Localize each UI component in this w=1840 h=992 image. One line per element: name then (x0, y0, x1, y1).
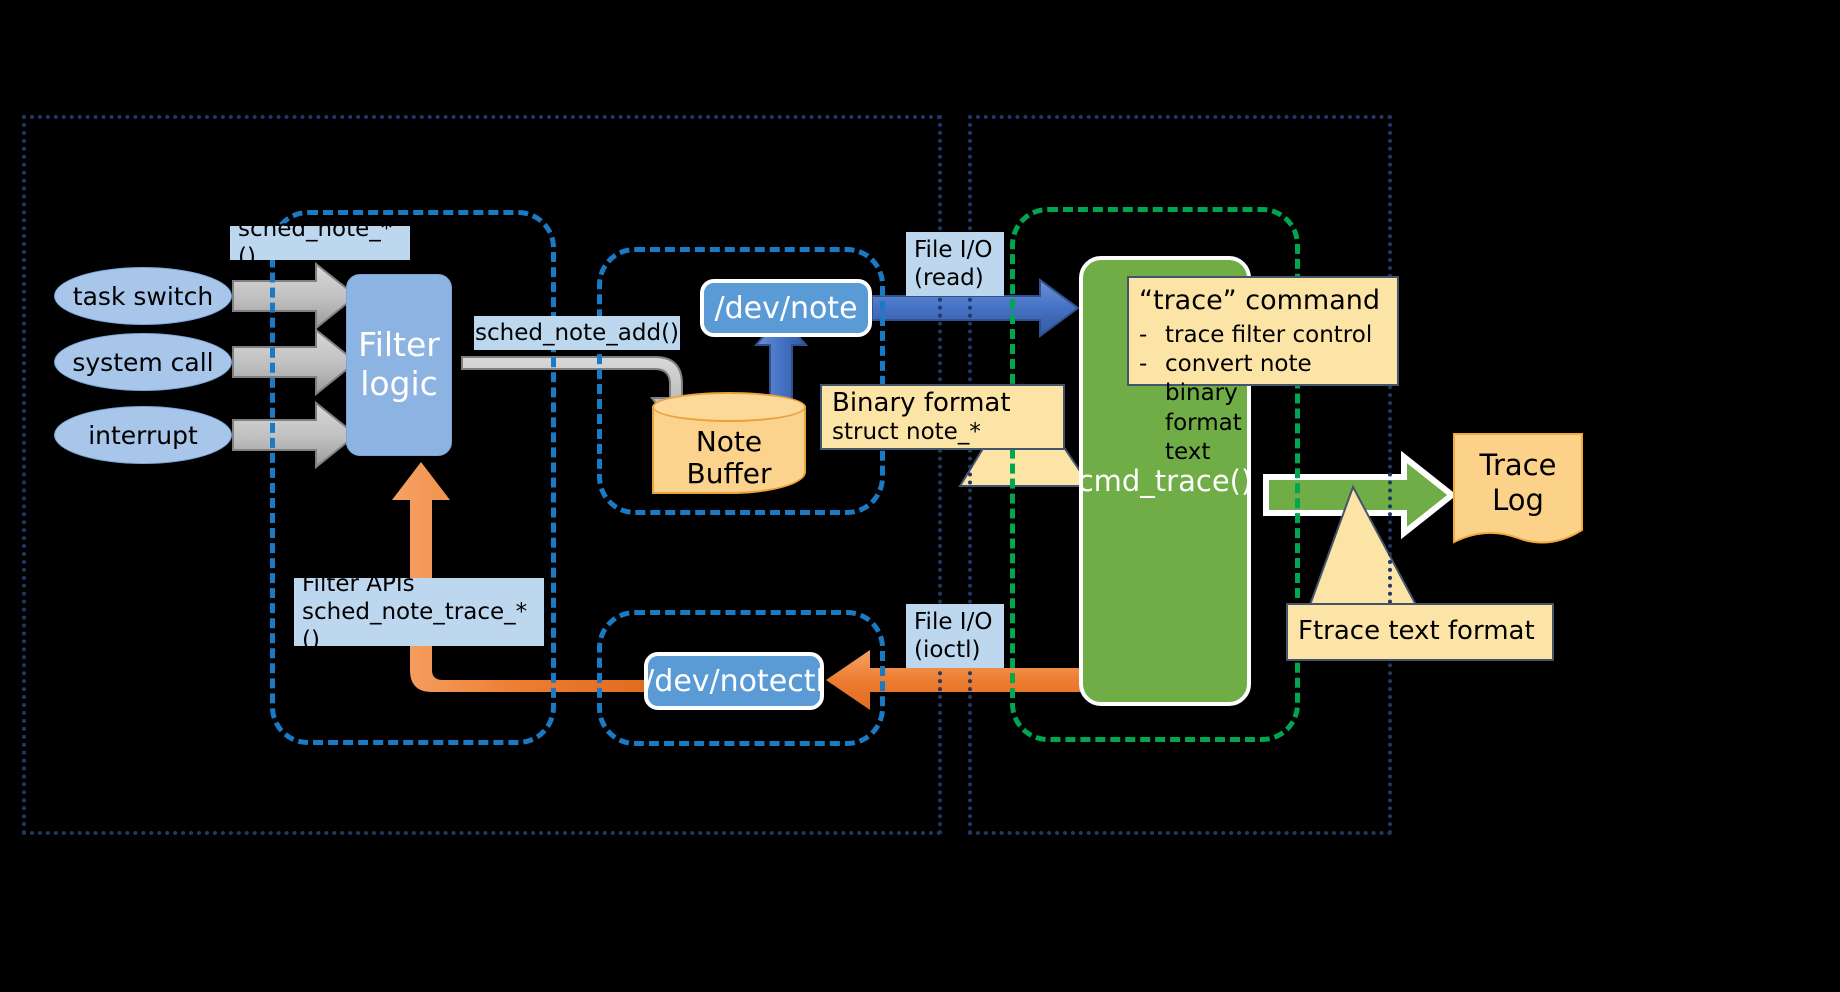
bullet-text: trace filter control (1165, 321, 1373, 348)
filter-logic-box[interactable]: Filter logic (346, 274, 452, 456)
trace-log-label: Trace Log (1452, 440, 1584, 526)
label-text: sched_note_*() (238, 215, 393, 270)
bullet-dash: - (1139, 350, 1148, 377)
event-source-label: task switch (72, 281, 214, 311)
callout-binary-format-sub: struct note_* (832, 418, 981, 445)
trace-log-label-line1: Trace (1479, 447, 1557, 482)
label-text: sched_note_add() (475, 319, 680, 346)
device-node-dev-note[interactable]: /dev/note (700, 279, 872, 337)
bullet-dash (1139, 409, 1165, 468)
label-text-line2: sched_note_trace_*() (302, 598, 528, 654)
event-source-interrupt[interactable]: interrupt (54, 406, 232, 464)
label-filter-apis: Filter APIs sched_note_trace_*() (294, 571, 544, 653)
note-buffer-label: Note Buffer (652, 420, 806, 496)
label-text-line1: File I/O (914, 236, 993, 263)
callout-binary-format-title: Binary format (832, 387, 1011, 418)
note-buffer-cylinder[interactable]: Note Buffer (652, 392, 806, 508)
label-sched-note: sched_note_*() (230, 216, 410, 270)
callout-binary-format: Binary format struct note_* (820, 384, 1065, 450)
filter-logic-label-line2: logic (360, 364, 438, 403)
device-node-dev-notectl[interactable]: /dev/notectl (644, 652, 824, 710)
note-buffer-label-line1: Note (695, 424, 763, 458)
event-source-system-call[interactable]: system call (54, 333, 232, 391)
cylinder-top (652, 392, 806, 422)
label-sched-note-add: sched_note_add() (474, 316, 680, 350)
cmd-trace-label: cmd_trace() (1077, 464, 1253, 498)
trace-command-card: “trace” command - trace filter control -… (1127, 276, 1399, 465)
bullet-text: format into ftrace text (1165, 409, 1368, 466)
trace-command-bullet: - trace filter control (1139, 321, 1387, 350)
filter-logic-label-line1: Filter (358, 325, 440, 365)
device-node-label: /dev/note (714, 290, 858, 326)
callout-ftrace-text-format: Ftrace text format (1286, 603, 1554, 661)
event-source-label: interrupt (88, 420, 198, 450)
bullet-dash: - (1139, 321, 1148, 348)
label-file-io-read: File I/O (read) (906, 232, 1004, 296)
label-text-line1: Filter APIs (302, 570, 415, 597)
event-source-label: system call (72, 347, 214, 377)
trace-command-bullet: format into ftrace text (1139, 409, 1387, 468)
callout-ftrace-text-label: Ftrace text format (1298, 616, 1535, 647)
label-text-line1: File I/O (914, 608, 993, 635)
callout-binary-format-body: Binary format struct note_* (820, 384, 1065, 450)
device-node-label: /dev/notectl (644, 663, 824, 699)
trace-log-label-line2: Log (1492, 483, 1544, 517)
event-source-task-switch[interactable]: task switch (54, 267, 232, 325)
label-text-line2: (ioctl) (914, 637, 981, 663)
trace-command-bullet: - convert note binary (1139, 350, 1387, 409)
diagram-canvas: task switch system call interrupt Filter… (0, 0, 1840, 992)
trace-log-document[interactable]: Trace Log (1452, 432, 1584, 550)
label-text-line2: (read) (914, 265, 984, 291)
trace-command-title: “trace” command (1139, 285, 1381, 316)
label-file-io-ioctl: File I/O (ioctl) (906, 604, 1004, 668)
callout-ftrace-text-body: Ftrace text format (1286, 603, 1554, 661)
bullet-text: convert note binary (1165, 350, 1312, 407)
note-buffer-label-line2: Buffer (686, 457, 772, 490)
